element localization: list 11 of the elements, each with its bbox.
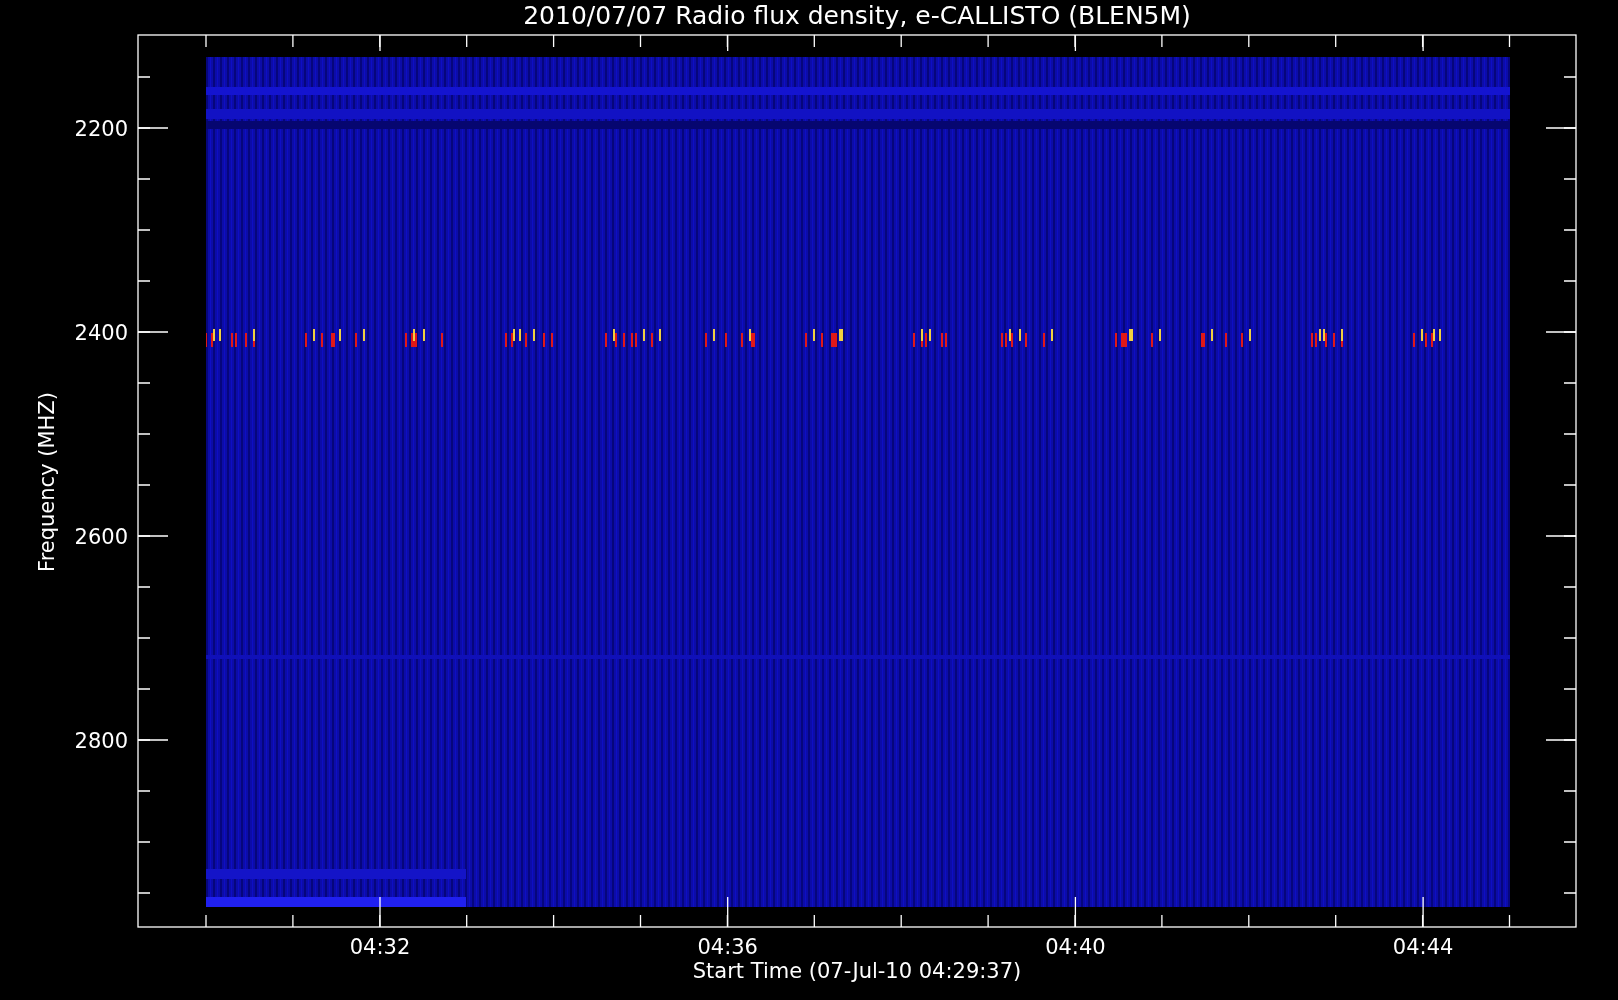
x-axis-label: Start Time (07-Jul-10 04:29:37) [692,959,1022,983]
y-tick-label: 2600 [74,525,128,549]
y-tick-label: 2200 [74,117,128,141]
x-tick-label: 04:36 [697,935,758,959]
x-tick-label: 04:32 [349,935,411,959]
y-tick-label: 2800 [74,729,128,753]
y-tick-label: 2400 [74,321,128,345]
x-tick-label: 04:44 [1392,935,1454,959]
y-axis-label: Frequency (MHZ) [35,392,59,572]
plot-title: 2010/07/07 Radio flux density, e-CALLISTO (BLEN5M) [523,1,1191,30]
x-tick-label: 04:40 [1045,935,1106,959]
